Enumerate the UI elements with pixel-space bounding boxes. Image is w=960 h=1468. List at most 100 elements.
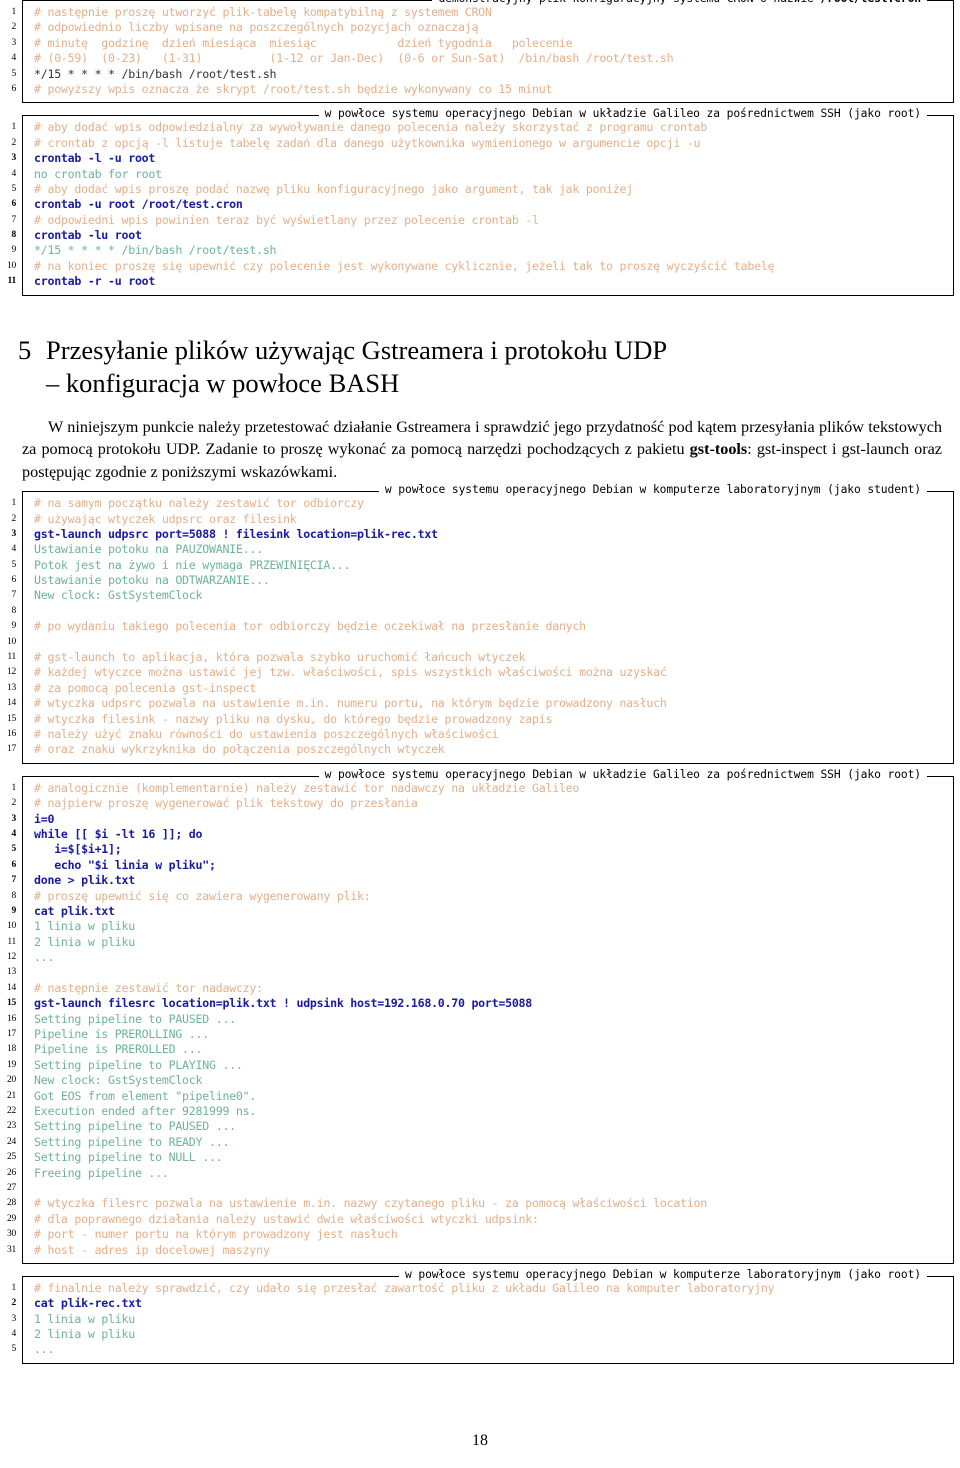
code-line-number: 2 — [11, 798, 17, 809]
code-line-number: 17 — [7, 744, 16, 755]
code-line-number: 5 — [11, 1344, 17, 1355]
code-line: 14 # następnie zestawić tor nadawczy: — [7, 981, 953, 996]
code-line: 10 — [7, 635, 953, 650]
code-line: 7 # odpowiedni wpis powinien teraz być wy… — [12, 213, 953, 228]
code-line-text: crontab -r -u root — [34, 274, 156, 289]
paragraph-emphasis: gst-tools — [689, 440, 748, 459]
code-line-number: 1 — [11, 782, 17, 793]
code-line: 17 Pipeline is PREROLLING ... — [7, 1027, 953, 1042]
code-line-text: # aby dodać wpis odpowiedzialny za wywoł… — [34, 120, 708, 135]
code-line-text: # za pomocą polecenia gst-inspect — [34, 680, 257, 695]
code-line-number: 3 — [11, 1313, 17, 1324]
code-line: 4 2 linia w pliku — [12, 1327, 953, 1342]
code-line-number: 30 — [7, 1229, 16, 1240]
code-line: 24 Setting pipeline to READY ... — [7, 1135, 953, 1150]
code-line: 8 # proszę upewnić się co zawiera wygener… — [12, 889, 953, 904]
code-line-number: 1 — [11, 122, 17, 133]
code-line-number: 27 — [7, 1182, 16, 1193]
code-line-number: 22 — [7, 1105, 16, 1116]
code-line: 18 Pipeline is PREROLLED ... — [7, 1042, 953, 1057]
code-line-text: # aby dodać wpis proszę podać nazwę plik… — [34, 181, 633, 196]
code-line-text: # analogicznie (komplementarnie) należy … — [34, 780, 580, 795]
listing-frame: demonstracyjny plik konfiguracyjny syste… — [12, 0, 954, 104]
code-line-text: Ustawianie potoku na PAUZOWANIE... — [34, 542, 263, 557]
code-line-text: Ustawianie potoku na ODTWARZANIE... — [34, 573, 270, 588]
code-line-text: 1 linia w pliku — [34, 919, 135, 934]
code-line: 27 — [7, 1181, 953, 1196]
code-line-text: Setting pipeline to PLAYING ... — [34, 1057, 243, 1072]
code-line-text: # wtyczka filesink - nazwy pliku na dysk… — [34, 711, 553, 726]
code-body: 1 # finalnie należy sprawdzić, czy udało … — [12, 1277, 953, 1363]
code-line-number: 13 — [7, 967, 16, 978]
listing-verify-lab: w powłoce systemu operacyjnego Debian w … — [0, 1267, 960, 1364]
code-line-number: 1 — [11, 1282, 17, 1293]
code-line-number: 28 — [7, 1198, 16, 1209]
code-body: 1 # aby dodać wpis odpowiedzialny za wywo… — [7, 116, 953, 294]
code-line-number: 3 — [11, 37, 17, 48]
code-line: 2 # crontab z opcją -l listuje tabelę zad… — [12, 136, 953, 151]
code-line-number: 6 — [11, 83, 17, 94]
code-line-text: ... — [34, 950, 55, 965]
code-line-number: 9 — [11, 621, 17, 632]
code-line-text: 1 linia w pliku — [34, 1311, 135, 1326]
listing-caption: w powłoce systemu operacyjnego Debian w … — [378, 483, 927, 498]
code-line: 5 */15 * * * * /bin/bash /root/test.sh — [12, 67, 953, 82]
code-line: 1 # aby dodać wpis odpowiedzialny za wywo… — [12, 120, 953, 135]
code-line-text: # (0-59) (0-23) (1-31) (1-12 or Jan-Dec)… — [34, 51, 674, 66]
code-line: 2 cat plik-rec.txt — [12, 1296, 953, 1311]
code-line: 5 i=$[$i+1]; — [12, 842, 953, 857]
listing-caption: w powłoce systemu operacyjnego Debian w … — [318, 767, 927, 782]
code-line-number: 11 — [7, 276, 17, 287]
code-line-text: # następnie proszę utworzyć plik-tabelę … — [34, 5, 492, 19]
listing-crontab-galileo: w powłoce systemu operacyjnego Debian w … — [0, 107, 960, 296]
code-line-number: 9 — [11, 245, 17, 256]
code-line-text: Execution ended after 9281999 ns. — [34, 1103, 257, 1118]
code-line: 13 # za pomocą polecenia gst-inspect — [7, 680, 953, 696]
page-content: demonstracyjny plik konfiguracyjny syste… — [0, 0, 960, 1376]
section-heading-5: 5 Przesyłanie plików używając Gstreamera … — [0, 334, 960, 400]
code-line: 10 1 linia w pliku — [7, 919, 953, 934]
code-line: 7 done > plik.txt — [12, 873, 953, 888]
listing-cron-file: demonstracyjny plik konfiguracyjny syste… — [0, 0, 960, 104]
listing-receiver-student: w powłoce systemu operacyjnego Debian w … — [0, 483, 960, 764]
code-line-text: # należy użyć znaku równości do ustawien… — [34, 727, 499, 741]
code-line-text: Pipeline is PREROLLING ... — [34, 1027, 209, 1042]
code-line-number: 6 — [11, 199, 17, 210]
code-line: 5 # aby dodać wpis proszę podać nazwę pli… — [12, 181, 953, 197]
code-body: 1 # analogicznie (komplementarnie) należy… — [7, 777, 953, 1263]
listing-sender-galileo: w powłoce systemu operacyjnego Debian w … — [0, 767, 960, 1264]
code-line: 2 # odpowiednio liczby wpisane na poszcze… — [12, 20, 953, 35]
code-line-number: 6 — [11, 575, 17, 586]
section-number: 5 — [18, 334, 32, 365]
code-line-text: Setting pipeline to PAUSED ... — [34, 1011, 236, 1026]
code-line-number: 24 — [7, 1136, 16, 1147]
code-line-number: 2 — [11, 1298, 17, 1309]
code-line: 19 Setting pipeline to PLAYING ... — [7, 1057, 953, 1073]
code-line: 5 Potok jest na żywo i nie wymaga PRZEWIN… — [12, 558, 953, 573]
code-line: 22 Execution ended after 9281999 ns. — [7, 1103, 953, 1119]
code-line-number: 11 — [7, 652, 16, 663]
code-line-number: 3 — [11, 813, 17, 824]
heading-bottom-spacer — [0, 400, 960, 416]
code-line: 5... — [12, 1342, 953, 1357]
code-line-number: 10 — [7, 260, 16, 271]
code-line-number: 11 — [7, 936, 16, 947]
code-line-number: 31 — [7, 1244, 16, 1255]
code-line-number: 4 — [11, 828, 17, 839]
code-line-number: 25 — [7, 1152, 16, 1163]
code-line: 14 # wtyczka udpsrc pozwala na ustawienie… — [7, 696, 953, 711]
code-line-number: 16 — [7, 729, 16, 739]
listing-caption: w powłoce systemu operacyjnego Debian w … — [398, 1267, 927, 1282]
code-line-text: New clock: GstSystemClock — [34, 588, 203, 603]
code-line-text: Freeing pipeline ... — [34, 1165, 169, 1180]
code-line-number: 20 — [7, 1075, 16, 1086]
code-line-text: # na samym początku należy zestawić tor … — [34, 496, 364, 511]
code-line: 20 New clock: GstSystemClock — [7, 1073, 953, 1088]
code-line: 2 # używając wtyczek udpsrc oraz filesink — [12, 512, 953, 527]
code-line-number: 14 — [7, 698, 16, 709]
code-line: 4 Ustawianie potoku na PAUZOWANIE... — [12, 542, 953, 557]
code-line: 13 — [7, 965, 953, 980]
code-line-text: cat plik-rec.txt — [34, 1296, 142, 1311]
code-line-text: crontab -lu root — [34, 228, 142, 243]
code-line: 21 Got EOS from element "pipeline0". — [7, 1089, 953, 1104]
